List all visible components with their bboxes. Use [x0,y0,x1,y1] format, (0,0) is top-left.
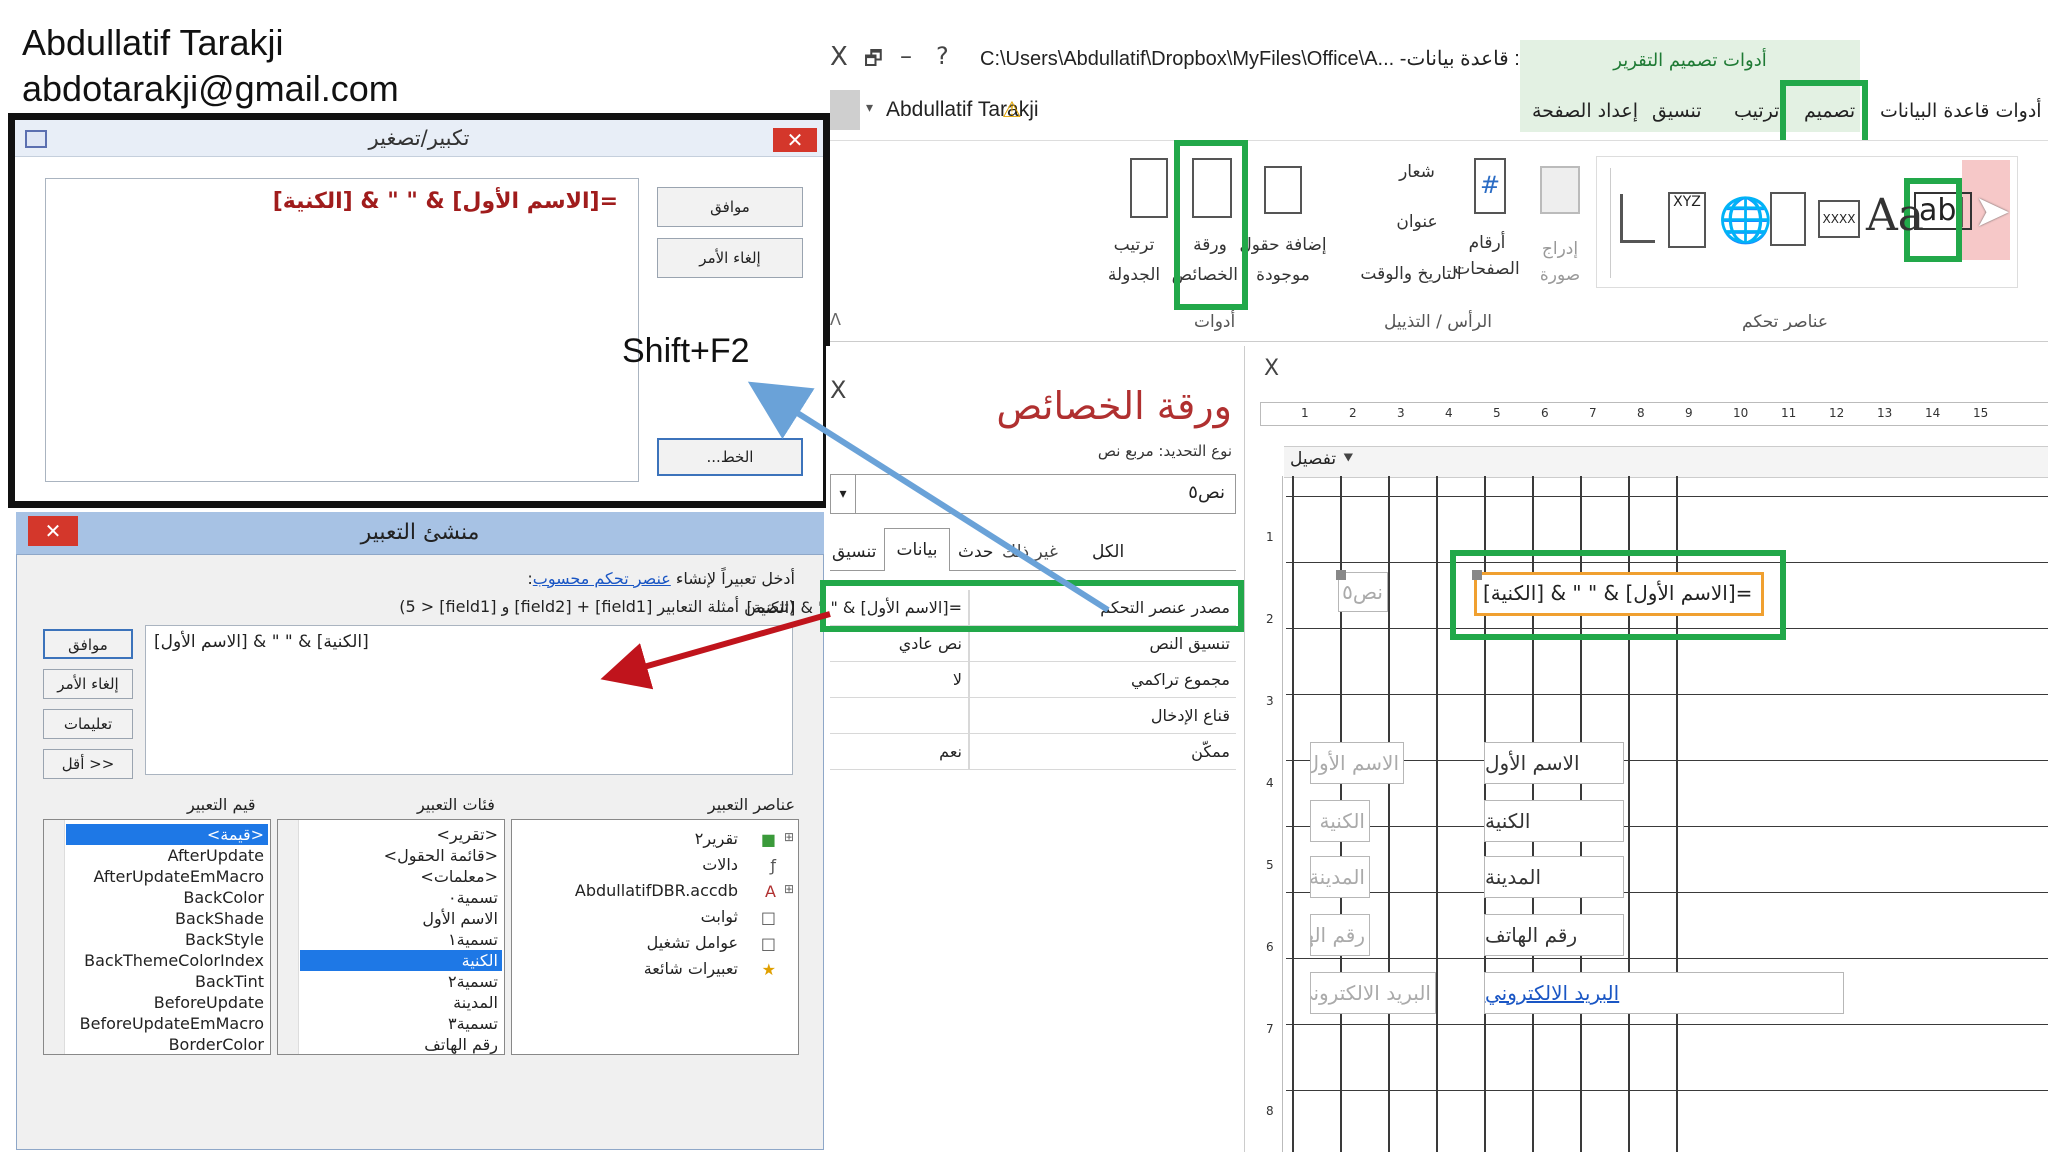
annotation-arrows [600,381,1110,690]
arrow-to-expression-builder [600,611,831,690]
arrow-to-zoom-dialog [747,381,1110,613]
